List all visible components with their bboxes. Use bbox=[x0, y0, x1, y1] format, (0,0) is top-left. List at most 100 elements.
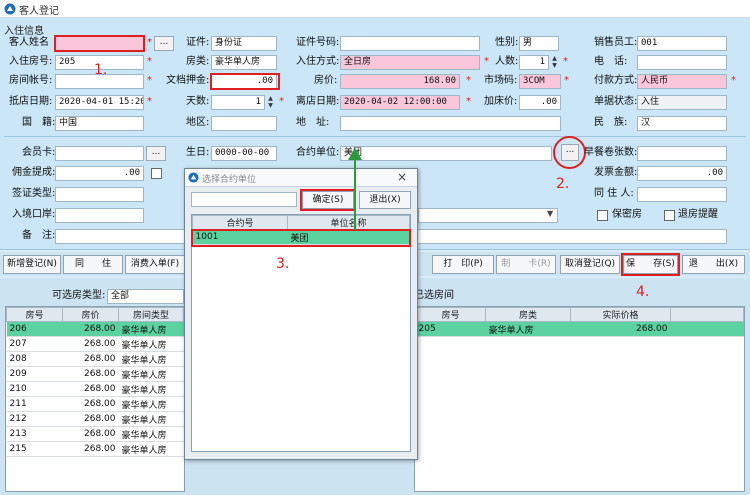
address-input[interactable] bbox=[340, 116, 561, 131]
table-row[interactable]: 208 268.00 豪华单人房 bbox=[6, 351, 184, 367]
select-contract-dialog: 选择合约单位 × 确定(S) 退出(X) 合约号 单位名称 1001 美团 bbox=[184, 168, 418, 460]
entry-label: 入境口岸: bbox=[12, 209, 56, 220]
status-label: 单据状态: bbox=[594, 96, 638, 107]
combo-field[interactable] bbox=[418, 208, 558, 223]
card-button[interactable]: 制 卡(R) bbox=[496, 255, 556, 274]
pay-field[interactable]: 人民币 bbox=[637, 74, 727, 89]
contract-label: 合约单位: bbox=[296, 147, 340, 158]
phone-input[interactable] bbox=[637, 55, 727, 70]
table-row[interactable]: 205 豪华单人房 268.00 bbox=[415, 321, 744, 337]
people-input[interactable]: 1 bbox=[519, 55, 549, 70]
required-star: * bbox=[279, 96, 284, 107]
nation-field[interactable]: 中国 bbox=[55, 116, 144, 131]
col-room-type[interactable]: 房间类型 bbox=[118, 307, 184, 322]
member-card-input[interactable] bbox=[55, 146, 144, 161]
companion-label: 同 住 人: bbox=[594, 188, 634, 199]
entry-port-input[interactable] bbox=[55, 208, 144, 223]
same-room-button[interactable]: 同 住 bbox=[63, 255, 123, 274]
col-blank bbox=[670, 307, 744, 322]
consume-button[interactable]: 消费入单(F) bbox=[125, 255, 185, 274]
checkout-remind-label: 退房提醒 bbox=[678, 209, 718, 220]
table-row[interactable]: 210 268.00 豪华单人房 bbox=[6, 381, 184, 397]
market-field[interactable]: 3COM bbox=[519, 74, 561, 89]
exit-button[interactable]: 退 出(X) bbox=[682, 255, 745, 274]
checkout-remind-checkbox[interactable] bbox=[664, 210, 675, 221]
invoice-input[interactable]: .00 bbox=[637, 166, 727, 181]
market-label: 市场码: bbox=[484, 75, 518, 86]
col-actual-price[interactable]: 实际价格 bbox=[570, 307, 671, 322]
col-room-type[interactable]: 房类 bbox=[485, 307, 571, 322]
app-icon bbox=[4, 3, 16, 15]
ethnic-label: 民 族: bbox=[594, 117, 628, 128]
required-star: * bbox=[484, 56, 489, 67]
region-label: 地区: bbox=[186, 117, 210, 128]
gender-field[interactable]: 男 bbox=[519, 36, 559, 51]
col-price[interactable]: 房价 bbox=[62, 307, 119, 322]
deposit-highlight bbox=[210, 73, 280, 90]
secret-room-checkbox[interactable] bbox=[597, 210, 608, 221]
col-contract-no[interactable]: 合约号 bbox=[192, 215, 288, 230]
visa-type-input[interactable] bbox=[55, 187, 144, 202]
commission-checkbox[interactable] bbox=[151, 168, 162, 179]
pay-label: 付款方式: bbox=[594, 75, 638, 86]
annotation-box-4 bbox=[621, 253, 680, 276]
table-row[interactable]: 213 268.00 豪华单人房 bbox=[6, 426, 184, 442]
available-rooms-grid: 房号 房价 房间类型 206 268.00 豪华单人房 207 268.00 豪华单人房… bbox=[5, 306, 185, 492]
col-room-no[interactable]: 房号 bbox=[415, 307, 486, 322]
dialog-title-bar: 选择合约单位 × bbox=[185, 169, 417, 187]
table-row[interactable]: 209 268.00 豪华单人房 bbox=[6, 366, 184, 382]
commission-input[interactable]: .00 bbox=[55, 166, 144, 181]
deposit-label: 文档押金: bbox=[166, 75, 210, 86]
ethnic-field[interactable]: 汉 bbox=[637, 116, 727, 131]
guest-name-label: 客人姓名 bbox=[9, 37, 49, 48]
room-type-field[interactable]: 豪华单人房 bbox=[211, 55, 277, 70]
price-input[interactable]: 168.00 bbox=[340, 74, 460, 89]
contract-unit-input[interactable]: 美团 bbox=[340, 146, 552, 161]
chevron-down-icon[interactable]: ▼ bbox=[547, 209, 553, 218]
table-row[interactable]: 212 268.00 豪华单人房 bbox=[6, 411, 184, 427]
selected-row-highlight bbox=[191, 229, 411, 247]
cancel-checkin-button[interactable]: 取消登记(Q) bbox=[560, 255, 620, 274]
birthday-input[interactable]: 0000-00-00 bbox=[211, 146, 277, 161]
annotation-number: 2. bbox=[556, 176, 570, 192]
member-label: 会员卡: bbox=[22, 147, 56, 158]
table-row[interactable]: 211 268.00 豪华单人房 bbox=[6, 396, 184, 412]
guest-lookup-button[interactable]: ... bbox=[154, 36, 174, 51]
annotation-number: 1. bbox=[94, 62, 108, 78]
address-label: 地 址: bbox=[296, 117, 330, 128]
cert-type-field[interactable]: 身份证 bbox=[211, 36, 277, 51]
days-spinner[interactable]: ▲ ▼ bbox=[266, 95, 275, 110]
extra-bed-label: 加床价: bbox=[484, 96, 518, 107]
close-icon[interactable]: × bbox=[397, 170, 407, 184]
cert-no-input[interactable] bbox=[340, 36, 480, 51]
account-label: 房间帐号: bbox=[9, 75, 53, 86]
member-lookup-button[interactable]: ... bbox=[146, 146, 166, 161]
room-no-label: 入住房号: bbox=[9, 56, 53, 67]
companion-input[interactable] bbox=[637, 187, 727, 202]
region-field[interactable] bbox=[211, 116, 277, 131]
window-title: 客人登记 bbox=[19, 6, 59, 17]
col-room-no[interactable]: 房号 bbox=[6, 307, 63, 322]
dialog-search-input[interactable] bbox=[191, 192, 297, 207]
invoice-label: 发票金额: bbox=[594, 167, 638, 178]
selected-rooms-grid: 房号 房类 实际价格 205 豪华单人房 268.00 bbox=[414, 306, 745, 492]
dialog-exit-button[interactable]: 退出(X) bbox=[359, 191, 411, 209]
salesman-field[interactable]: 001 bbox=[637, 36, 727, 51]
price-label: 房价: bbox=[314, 75, 338, 86]
people-spinner[interactable]: ▲ ▼ bbox=[550, 55, 559, 70]
arrive-date-field[interactable]: 2020-04-01 15:20:24 bbox=[55, 95, 144, 110]
days-input[interactable]: 1 bbox=[211, 95, 265, 110]
annotation-box-1 bbox=[54, 35, 145, 52]
arrive-label: 抵店日期: bbox=[9, 96, 53, 107]
breakfast-input[interactable] bbox=[637, 146, 727, 161]
room-type-filter[interactable]: 全部 bbox=[107, 289, 184, 304]
table-row[interactable]: 215 268.00 豪华单人房 bbox=[6, 441, 184, 457]
new-checkin-button[interactable]: 新增登记(N) bbox=[3, 255, 61, 274]
print-button[interactable]: 打 印(P) bbox=[432, 255, 494, 274]
table-row[interactable]: 206 268.00 豪华单人房 bbox=[6, 321, 184, 337]
checkin-mode-field[interactable]: 全日房 bbox=[340, 55, 480, 70]
extra-bed-input[interactable]: .00 bbox=[519, 95, 561, 110]
table-row[interactable]: 207 268.00 豪华单人房 bbox=[6, 336, 184, 352]
selected-rooms-title: 已选房间 bbox=[414, 290, 454, 301]
leave-date-field[interactable]: 2020-04-02 12:00:00 bbox=[340, 95, 460, 110]
